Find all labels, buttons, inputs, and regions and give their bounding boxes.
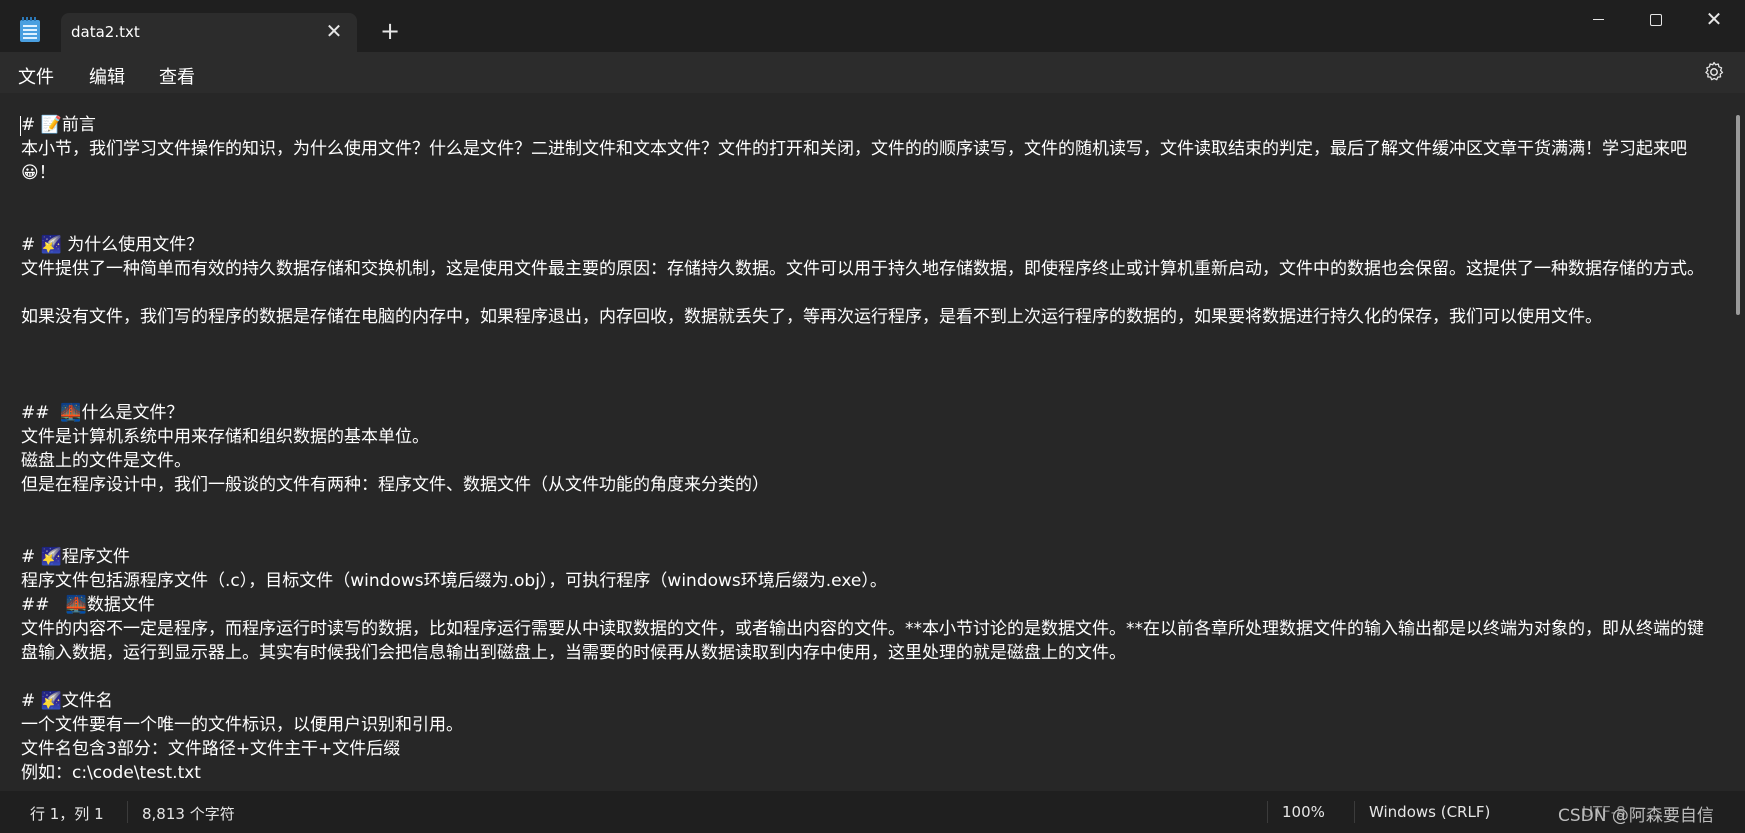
scrollbar-thumb[interactable] <box>1736 115 1740 315</box>
text-line[interactable]: 文件名包含3部分：文件路径+文件主干+文件后缀 <box>21 737 1716 761</box>
menu-edit[interactable]: 编辑 <box>85 61 129 91</box>
text-line[interactable]: 文件提供了一种简单而有效的持久数据存储和交换机制，这是使用文件最主要的原因：存储… <box>21 257 1716 281</box>
cursor-position: 行 1，列 1 <box>30 805 104 823</box>
menu-file[interactable]: 文件 <box>14 61 58 91</box>
editor-content[interactable]: # 📝前言 本小节，我们学习文件操作的知识，为什么使用文件？什么是文件？二进制文件… <box>21 113 1716 785</box>
text-line[interactable]: 例如：c:\code\test.txt <box>21 761 1716 785</box>
gear-icon[interactable] <box>1702 60 1726 84</box>
text-line[interactable] <box>21 209 1716 233</box>
maximize-icon <box>1650 13 1662 26</box>
close-window-button[interactable]: ✕ <box>1685 0 1743 38</box>
status-divider <box>1267 801 1268 823</box>
text-line[interactable]: 程序文件包括源程序文件（.c），目标文件（windows环境后缀为.obj），可… <box>21 569 1716 593</box>
text-line[interactable] <box>21 329 1716 353</box>
vertical-scrollbar[interactable] <box>1732 93 1745 791</box>
text-line[interactable]: 一个文件要有一个唯一的文件标识，以便用户识别和引用。 <box>21 713 1716 737</box>
text-line[interactable]: # 🌠 为什么使用文件？ <box>21 233 1716 257</box>
text-line[interactable]: # 🌠程序文件 <box>21 545 1716 569</box>
text-editor[interactable]: # 📝前言 本小节，我们学习文件操作的知识，为什么使用文件？什么是文件？二进制文件… <box>0 93 1732 791</box>
text-line[interactable] <box>21 281 1716 305</box>
notepad-icon <box>20 17 40 42</box>
text-line[interactable] <box>21 353 1716 377</box>
new-tab-button[interactable]: + <box>377 18 403 44</box>
tab-data2[interactable]: data2.txt ✕ <box>61 13 357 52</box>
text-line[interactable]: # 📝前言 <box>21 113 1716 137</box>
menu-bar: 文件 编辑 查看 <box>0 52 1745 93</box>
text-line[interactable] <box>21 665 1716 689</box>
title-bar: data2.txt ✕ + ✕ <box>0 0 1745 52</box>
text-line[interactable] <box>21 185 1716 209</box>
zoom-level[interactable]: 100% <box>1282 803 1325 821</box>
text-line[interactable] <box>21 497 1716 521</box>
status-bar: 行 1，列 1 8,813 个字符 100% Windows (CRLF) UT… <box>0 791 1745 833</box>
text-line[interactable] <box>21 521 1716 545</box>
status-divider <box>127 801 128 823</box>
text-line[interactable]: ## 🌉数据文件 <box>21 593 1716 617</box>
tab-title: data2.txt <box>71 23 140 41</box>
minimize-button[interactable] <box>1569 0 1627 38</box>
text-line[interactable]: 但是在程序设计中，我们一般谈的文件有两种：程序文件、数据文件（从文件功能的角度来… <box>21 473 1716 497</box>
status-divider <box>1354 801 1355 823</box>
text-line[interactable]: 文件是计算机系统中用来存储和组织数据的基本单位。 <box>21 425 1716 449</box>
text-line[interactable]: ## 🌉什么是文件？ <box>21 401 1716 425</box>
text-line[interactable]: 本小节，我们学习文件操作的知识，为什么使用文件？什么是文件？二进制文件和文本文件… <box>21 137 1716 185</box>
maximize-button[interactable] <box>1627 0 1685 38</box>
text-line[interactable]: # 🌠文件名 <box>21 689 1716 713</box>
watermark-text: CSDN @阿森要自信 <box>1558 806 1714 826</box>
minimize-icon <box>1592 19 1604 20</box>
text-line[interactable]: 文件的内容不一定是程序，而程序运行时读写的数据，比如程序运行需要从中读取数据的文… <box>21 617 1716 665</box>
character-count: 8,813 个字符 <box>142 805 235 823</box>
line-ending[interactable]: Windows (CRLF) <box>1369 803 1490 821</box>
close-tab-icon[interactable]: ✕ <box>323 20 345 42</box>
text-line[interactable]: 如果没有文件，我们写的程序的数据是存储在电脑的内存中，如果程序退出，内存回收，数… <box>21 305 1716 329</box>
text-line[interactable]: 磁盘上的文件是文件。 <box>21 449 1716 473</box>
menu-view[interactable]: 查看 <box>155 61 199 91</box>
text-line[interactable] <box>21 377 1716 401</box>
